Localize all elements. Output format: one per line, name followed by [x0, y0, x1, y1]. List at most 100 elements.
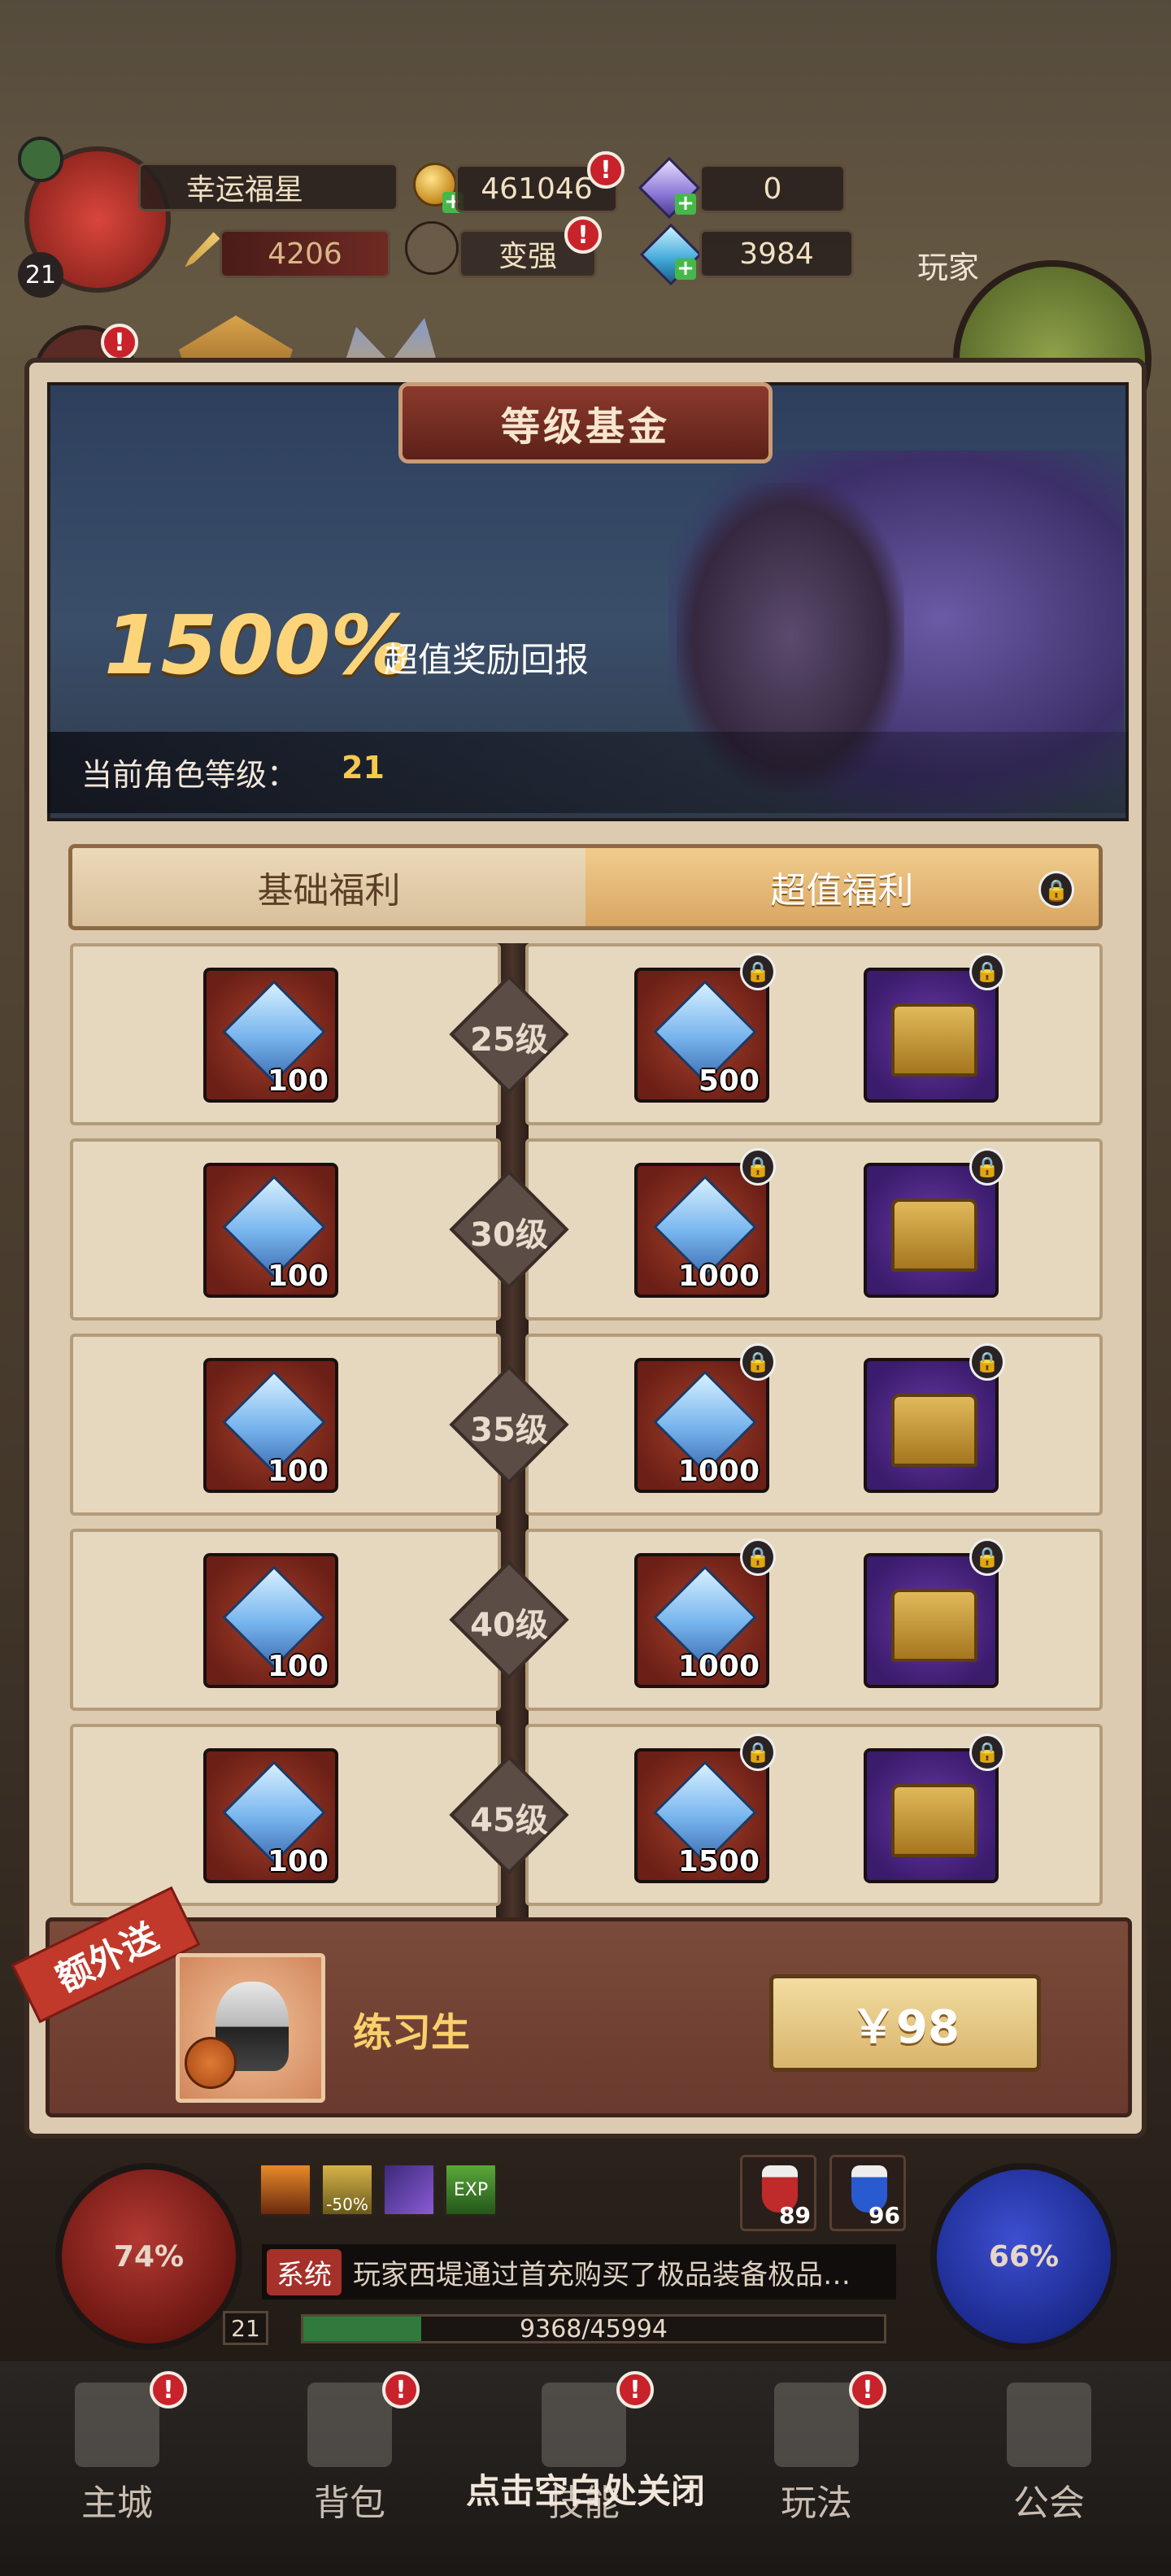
lock-icon: 🔒 [969, 1538, 1005, 1576]
nav-alert-icon: ! [849, 2371, 886, 2408]
level-label: 35级 [470, 1412, 548, 1449]
tab-premium-label: 超值福利 [770, 870, 914, 912]
treasure-chest-icon [891, 1003, 977, 1077]
lock-icon: 🔒 [740, 1734, 776, 1771]
buff-discount-label: -50% [326, 2195, 368, 2214]
add-diamond-icon[interactable]: + [675, 193, 696, 215]
lock-icon: 🔒 [740, 1148, 776, 1186]
premium-reward-cell: 500 🔒 🔒 [525, 943, 1103, 1125]
close-hint[interactable]: 点击空白处关闭 [382, 2464, 789, 2513]
banner-title: 等级基金 [398, 382, 773, 463]
basic-reward-qty: 100 [267, 1845, 329, 1878]
tab-premium[interactable]: 超值福利 🔒 [586, 848, 1099, 926]
basic-reward-item[interactable]: 100 [203, 1553, 338, 1688]
strengthen-icon[interactable] [405, 221, 459, 275]
lock-icon: 🔒 [740, 1538, 776, 1576]
level-marker: 30级 [449, 1169, 569, 1290]
level-marker: 25级 [449, 974, 569, 1094]
basic-reward-item[interactable]: 100 [203, 1358, 338, 1493]
reward-row: 100 1000 🔒 🔒 40级 [70, 1529, 1103, 1711]
basic-reward-cell: 100 [70, 1138, 501, 1321]
nav-label: 公会 [1013, 2482, 1085, 2524]
nav-guild[interactable]: 公会 [968, 2382, 1130, 2553]
level-marker: 35级 [449, 1364, 569, 1485]
lock-icon: 🔒 [1038, 871, 1074, 908]
treasure-chest-icon [891, 1199, 977, 1272]
lock-icon: 🔒 [969, 953, 1005, 990]
mp-orb: 66% [930, 2163, 1117, 2350]
level-label: 25级 [470, 1021, 548, 1059]
buff-discount-icon[interactable]: -50% [320, 2163, 374, 2217]
settings-icon[interactable] [18, 137, 63, 182]
basic-reward-item[interactable]: 100 [203, 1163, 338, 1298]
level-small-badge: 21 [223, 2311, 268, 2345]
player-name[interactable]: 幸运福星 [138, 163, 398, 211]
system-text: 玩家西堤通过首充购买了极品装备极品… [353, 2258, 851, 2291]
lock-icon: 🔒 [740, 953, 776, 990]
nav-alert-icon: ! [382, 2371, 420, 2408]
side-label: 玩家 [917, 250, 980, 285]
blue-potion-count: 96 [868, 2202, 900, 2229]
basic-reward-cell: 100 [70, 1334, 501, 1516]
blue-potion-slot[interactable]: 96 [829, 2155, 906, 2231]
diamond-amount: 0 [699, 164, 846, 213]
level-label: 45级 [470, 1802, 548, 1839]
premium-reward-cell: 1500 🔒 🔒 [525, 1724, 1103, 1906]
premium-reward-qty: 1000 [677, 1650, 760, 1683]
reward-row: 100 1000 🔒 🔒 35级 [70, 1334, 1103, 1516]
basketball-icon [185, 2037, 237, 2089]
basic-reward-qty: 100 [267, 1650, 329, 1683]
nav-main-city[interactable]: ! 主城 [36, 2371, 198, 2553]
level-marker: 45级 [449, 1755, 569, 1875]
system-message[interactable]: 系统 玩家西堤通过首充购买了极品装备极品… [262, 2244, 896, 2300]
basic-reward-qty: 100 [267, 1455, 329, 1488]
character-portrait[interactable] [176, 1953, 325, 2103]
lock-icon: 🔒 [969, 1734, 1005, 1771]
strengthen-alert-icon: ! [564, 216, 602, 254]
premium-reward-cell: 1000 🔒 🔒 [525, 1138, 1103, 1321]
power-value: 4206 [220, 229, 390, 278]
nav-alert-icon: ! [150, 2371, 187, 2408]
nav-guild-icon [1007, 2382, 1091, 2467]
reward-row: 100 1000 🔒 🔒 30级 [70, 1138, 1103, 1321]
premium-reward-qty: 500 [698, 1064, 760, 1098]
return-subtitle: 超值奖励回报 [384, 640, 590, 680]
tab-basic[interactable]: 基础福利 [72, 848, 586, 926]
premium-reward-qty: 1500 [677, 1845, 760, 1878]
buy-button[interactable]: ￥98 [769, 1974, 1041, 2072]
basic-reward-cell: 100 [70, 1529, 501, 1711]
premium-reward-qty: 1000 [677, 1260, 760, 1293]
basic-reward-item[interactable]: 100 [203, 968, 338, 1103]
hp-percent: 74% [113, 2239, 185, 2274]
buff-fire-icon[interactable] [259, 2163, 312, 2217]
system-tag: 系统 [267, 2248, 342, 2295]
premium-reward-qty: 1000 [677, 1455, 760, 1488]
treasure-chest-icon [891, 1394, 977, 1467]
basic-reward-qty: 100 [267, 1260, 329, 1293]
treasure-chest-icon [891, 1589, 977, 1662]
buff-exp-icon[interactable]: EXP [444, 2163, 498, 2217]
add-crystal-icon[interactable]: + [675, 258, 696, 280]
buff-lightning-icon[interactable] [382, 2163, 436, 2217]
basic-reward-qty: 100 [267, 1064, 329, 1098]
mp-percent: 66% [988, 2239, 1060, 2274]
menu-alert-icon: ! [101, 324, 138, 361]
nav-label: 主城 [81, 2482, 153, 2524]
red-potion-slot[interactable]: 89 [740, 2155, 816, 2231]
lock-icon: 🔒 [969, 1148, 1005, 1186]
reward-row: 100 500 🔒 🔒 25级 [70, 943, 1103, 1125]
red-potion-count: 89 [779, 2202, 811, 2229]
gold-alert-icon: ! [587, 151, 625, 189]
premium-reward-cell: 1000 🔒 🔒 [525, 1334, 1103, 1516]
nav-alert-icon: ! [616, 2371, 654, 2408]
treasure-chest-icon [891, 1784, 977, 1857]
reward-row: 100 1500 🔒 🔒 45级 [70, 1724, 1103, 1906]
tab-bar: 基础福利 超值福利 🔒 [68, 844, 1103, 930]
lock-icon: 🔒 [969, 1343, 1005, 1381]
lock-icon: 🔒 [740, 1343, 776, 1381]
basic-reward-item[interactable]: 100 [203, 1748, 338, 1883]
xp-text: 9368/45994 [520, 2314, 668, 2343]
current-level-label: 当前角色等级： [81, 757, 298, 793]
nav-main-city-icon [75, 2382, 159, 2467]
buff-exp-label: EXP [453, 2179, 489, 2200]
